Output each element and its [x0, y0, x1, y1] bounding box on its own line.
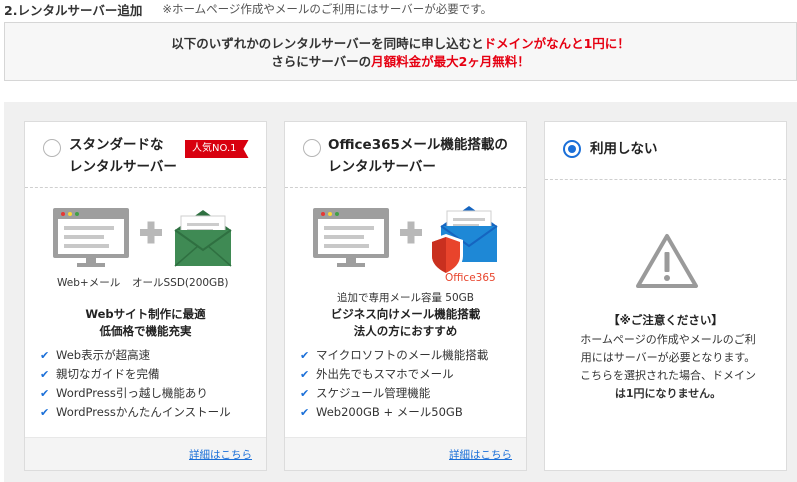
- card-footer: 詳細はこちら: [285, 437, 526, 470]
- card-footer: 詳細はこちら: [25, 437, 266, 470]
- card-heading-line-2: 低価格で機能充実: [99, 324, 192, 338]
- plus-icon: [400, 221, 422, 244]
- feature-item: ✔ スケジュール管理機能: [300, 384, 488, 403]
- check-icon: ✔: [300, 406, 310, 419]
- details-link[interactable]: 詳細はこちら: [189, 447, 252, 462]
- office365-label: Office365: [445, 272, 496, 284]
- notice-title: 【※ご注意ください】: [608, 313, 723, 327]
- notice-line-3: こちらを選択された場合、ドメイン: [580, 369, 756, 382]
- feature-item: ✔ マイクロソフトのメール機能搭載: [300, 346, 488, 365]
- section-title: 2.レンタルサーバー追加: [4, 2, 143, 18]
- section-note: ※ホームページ作成やメールのご利用にはサーバーが必要です。: [162, 2, 493, 16]
- promo-banner: 以下のいずれかのレンタルサーバーを同時に申し込むとドメインがなんと1円に！ さら…: [4, 22, 797, 81]
- envelope-icon: [174, 210, 232, 267]
- card-heading: Webサイト制作に最適 低価格で機能充実: [25, 306, 266, 340]
- option-card-office365[interactable]: Office365メール機能搭載の レンタルサーバー Office365 追加で…: [284, 121, 527, 471]
- notice-line-4: は1円になりません。: [614, 387, 722, 400]
- warning-icon: [636, 234, 698, 288]
- card-title: Office365メール機能搭載の レンタルサーバー: [328, 134, 508, 178]
- feature-item: ✔ 外出先でもスマホでメール: [300, 365, 488, 384]
- caption-ssd: オールSSD(200GB): [132, 277, 229, 289]
- promo-line-1-text: 以下のいずれかのレンタルサーバーを同時に申し込むと: [171, 36, 484, 51]
- check-icon: ✔: [300, 368, 310, 381]
- radio-office365[interactable]: [303, 139, 321, 157]
- check-icon: ✔: [40, 406, 50, 419]
- feature-item: ✔ Web200GB + メール50GB: [300, 403, 488, 422]
- promo-line-2-text: さらにサーバーの: [271, 54, 372, 69]
- server-options-panel: スタンダードな レンタルサーバー 人気NO.1 Web+メール オールSSD(2…: [4, 102, 797, 482]
- section-header: 2.レンタルサーバー追加 ※ホームページ作成やメールのご利用にはサーバーが必要で…: [4, 0, 492, 18]
- check-icon: ✔: [300, 387, 310, 400]
- monitor-icon: [313, 208, 389, 267]
- caption-mail-capacity: 追加で専用メール容量 50GB: [336, 292, 475, 304]
- notice-line-2: 用にはサーバーが必要となります。: [580, 351, 756, 364]
- feature-item: ✔ 親切なガイドを完備: [40, 365, 231, 384]
- card-heading: ビジネス向けメール機能搭載 法人の方におすすめ: [285, 306, 526, 340]
- card-header[interactable]: Office365メール機能搭載の レンタルサーバー: [285, 122, 526, 188]
- card-title-line-2: レンタルサーバー: [69, 159, 177, 175]
- card-title-line-1: スタンダードな: [69, 137, 164, 153]
- card-header[interactable]: 利用しない: [545, 122, 786, 180]
- card-title-line-2: レンタルサーバー: [328, 159, 436, 175]
- check-icon: ✔: [40, 387, 50, 400]
- notice-line-1: ホームページの作成やメールのご利: [580, 333, 756, 346]
- promo-line-2-highlight: 月額料金が最大2ヶ月無料！: [371, 54, 530, 69]
- feature-list: ✔ Web表示が超高速 ✔ 親切なガイドを完備 ✔ WordPress引っ越し機能あり…: [40, 346, 231, 422]
- feature-item: ✔ WordPress引っ越し機能あり: [40, 384, 231, 403]
- check-icon: ✔: [40, 349, 50, 362]
- option-card-standard[interactable]: スタンダードな レンタルサーバー 人気NO.1 Web+メール オールSSD(2…: [24, 121, 267, 471]
- monitor-icon: [53, 208, 129, 267]
- details-link[interactable]: 詳細はこちら: [449, 447, 512, 462]
- radio-standard[interactable]: [43, 139, 61, 157]
- card-header[interactable]: スタンダードな レンタルサーバー 人気NO.1: [25, 122, 266, 188]
- card-title: スタンダードな レンタルサーバー: [69, 134, 177, 178]
- product-illustration: [53, 208, 232, 267]
- radio-none[interactable]: [563, 140, 581, 158]
- promo-line-1: 以下のいずれかのレンタルサーバーを同時に申し込むとドメインがなんと1円に！: [5, 35, 796, 53]
- card-heading-line-1: ビジネス向けメール機能搭載: [330, 307, 481, 321]
- feature-list: ✔ マイクロソフトのメール機能搭載 ✔ 外出先でもスマホでメール ✔ スケジュール管理…: [300, 346, 488, 422]
- card-heading-line-1: Webサイト制作に最適: [85, 307, 206, 321]
- check-icon: ✔: [300, 349, 310, 362]
- card-title-line-1: Office365メール機能搭載の: [328, 137, 508, 153]
- caption-web-mail: Web+メール: [57, 277, 121, 289]
- notice-text: ホームページの作成やメールのご利 用にはサーバーが必要となります。 こちらを選択…: [563, 331, 773, 403]
- check-icon: ✔: [40, 368, 50, 381]
- feature-item: ✔ WordPressかんたんインストール: [40, 403, 231, 422]
- plus-icon: [140, 221, 162, 244]
- feature-item: ✔ Web表示が超高速: [40, 346, 231, 365]
- card-heading-line-2: 法人の方におすすめ: [353, 324, 458, 338]
- promo-line-2: さらにサーバーの月額料金が最大2ヶ月無料！: [5, 53, 796, 71]
- card-title: 利用しない: [590, 141, 658, 157]
- shield-icon: [429, 234, 463, 276]
- promo-line-1-highlight: ドメインがなんと1円に！: [483, 36, 630, 51]
- popular-badge: 人気NO.1: [185, 140, 249, 158]
- option-card-none[interactable]: 利用しない 【※ご注意ください】 ホームページの作成やメールのご利 用にはサーバ…: [544, 121, 787, 471]
